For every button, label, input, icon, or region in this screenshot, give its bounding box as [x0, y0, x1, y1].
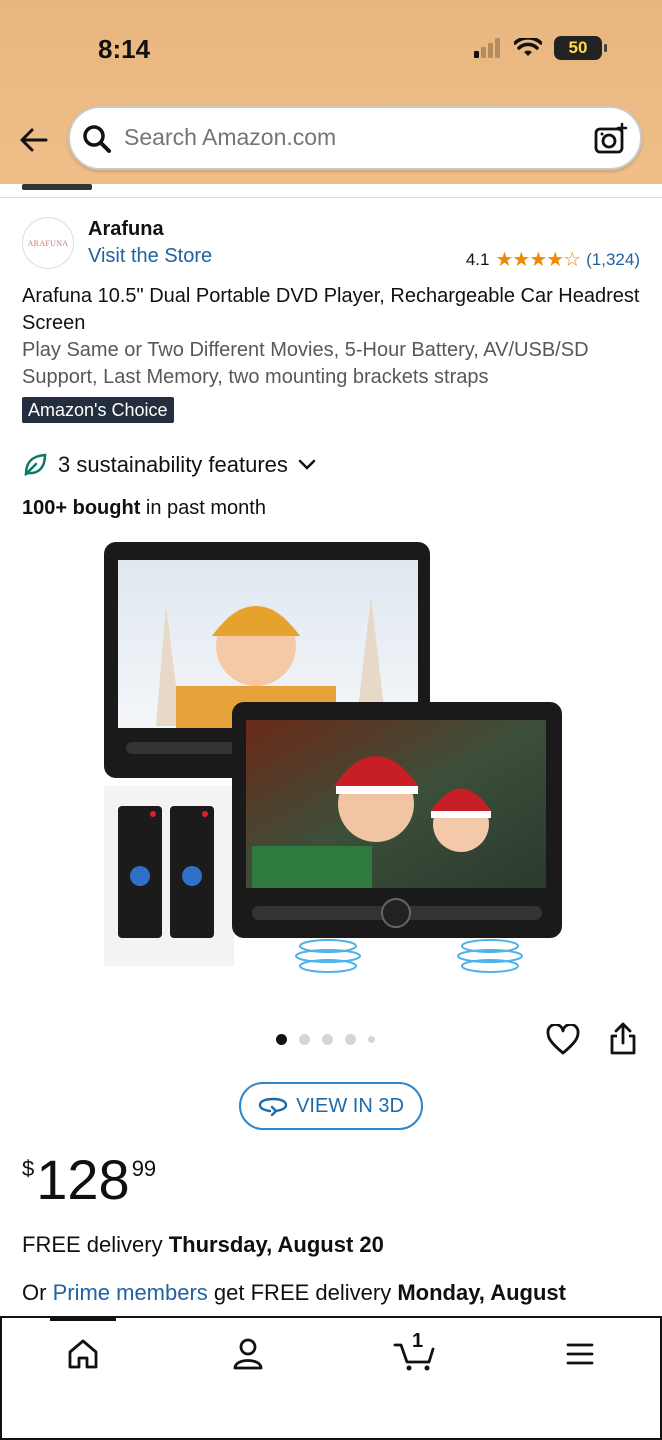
- delivery-prefix: FREE delivery: [22, 1232, 169, 1257]
- heart-icon[interactable]: [546, 1024, 580, 1056]
- cellular-signal-icon: [474, 38, 500, 58]
- status-time: 8:14: [98, 34, 151, 64]
- price-whole: 128: [36, 1148, 130, 1211]
- product-price: $ 128 99: [22, 1150, 156, 1210]
- status-icons: 50: [474, 36, 607, 60]
- view-in-3d-button[interactable]: VIEW IN 3D: [239, 1082, 423, 1130]
- nav-cart[interactable]: 1: [393, 1330, 437, 1374]
- rotate-3d-icon: [258, 1097, 288, 1116]
- visit-store-link[interactable]: Visit the Store: [88, 245, 212, 268]
- delivery-date: Thursday, August 20: [168, 1232, 384, 1257]
- price-fraction: 99: [131, 1156, 157, 1181]
- thumbnail-preview: [22, 184, 92, 190]
- image-carousel-dots[interactable]: [276, 1034, 375, 1045]
- back-arrow-icon[interactable]: [18, 124, 50, 156]
- bought-number: 100+ bought: [22, 497, 141, 519]
- wifi-icon: [514, 38, 542, 56]
- carousel-dot[interactable]: [322, 1034, 333, 1045]
- carousel-dot[interactable]: [345, 1034, 356, 1045]
- carousel-dot[interactable]: [299, 1034, 310, 1045]
- product-title: Arafuna 10.5" Dual Portable DVD Player, …: [22, 285, 640, 334]
- rating-value: 4.1: [465, 249, 490, 269]
- home-icon: [68, 1339, 98, 1369]
- nav-active-indicator: [50, 1316, 116, 1321]
- camera-search-icon[interactable]: [594, 122, 628, 156]
- rating-count[interactable]: (1,324): [586, 250, 640, 270]
- store-logo[interactable]: ARAFUNA: [22, 217, 74, 269]
- thumbnail-strip: [0, 184, 662, 198]
- prime-delivery-date: Monday, August: [397, 1280, 566, 1305]
- sustainability-label: 3 sustainability features: [58, 452, 288, 477]
- rating-summary[interactable]: 4.1 ★★★★☆ (1,324): [466, 247, 640, 272]
- carousel-dot[interactable]: [276, 1034, 287, 1045]
- sustainability-features[interactable]: 3 sustainability features: [22, 452, 316, 478]
- delivery-info: FREE delivery Thursday, August 20: [22, 1232, 384, 1258]
- prime-middle: get FREE delivery: [207, 1280, 398, 1305]
- menu-icon: [566, 1343, 594, 1365]
- price-symbol: $: [22, 1156, 35, 1181]
- view-in-3d-label: VIEW IN 3D: [296, 1094, 404, 1117]
- product-subtitle: Play Same or Two Different Movies, 5-Hou…: [22, 339, 589, 388]
- search-icon: [83, 125, 111, 153]
- bought-count: 100+ bought in past month: [22, 497, 266, 520]
- prime-members-link[interactable]: Prime members: [53, 1280, 208, 1305]
- nav-menu[interactable]: [560, 1334, 600, 1374]
- chevron-down-icon: [298, 459, 316, 470]
- nav-home[interactable]: [63, 1334, 103, 1374]
- prime-prefix: Or: [22, 1280, 53, 1305]
- bought-suffix: in past month: [140, 497, 266, 519]
- battery-level: 50: [568, 38, 588, 57]
- search-input[interactable]: [124, 124, 564, 151]
- carousel-dot[interactable]: [368, 1036, 375, 1043]
- user-icon: [233, 1338, 263, 1370]
- brand-name: Arafuna: [88, 218, 164, 240]
- amazons-choice-badge: Amazon's Choice: [22, 397, 174, 423]
- leaf-icon: [24, 453, 47, 477]
- cart-count: 1: [412, 1330, 424, 1352]
- battery-icon: 50: [554, 36, 607, 60]
- star-rating-icon: ★★★★☆: [495, 249, 581, 271]
- product-image[interactable]: [96, 536, 576, 986]
- prime-delivery-info: Or Prime members get FREE delivery Monda…: [22, 1280, 566, 1306]
- nav-account[interactable]: [228, 1334, 268, 1374]
- share-icon[interactable]: [608, 1022, 638, 1056]
